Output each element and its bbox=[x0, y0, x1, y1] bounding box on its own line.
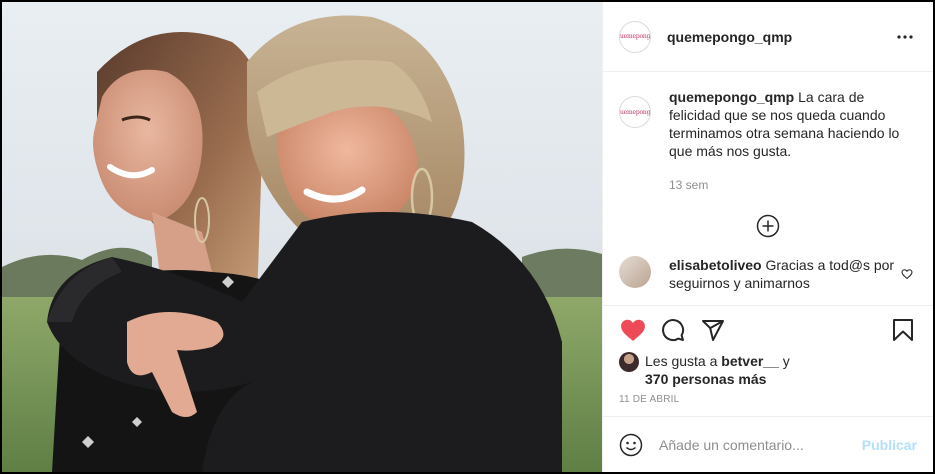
comments-list[interactable]: quemepongo quemepongo_qmp La cara de fel… bbox=[603, 72, 933, 305]
post-actions: Les gusta a betver__ y 370 personas más … bbox=[603, 305, 933, 416]
comment-icon bbox=[662, 319, 685, 342]
more-options-icon[interactable] bbox=[893, 25, 917, 49]
caption-avatar[interactable]: quemepongo bbox=[619, 96, 651, 128]
publish-button[interactable]: Publicar bbox=[862, 437, 917, 453]
load-more-comments[interactable] bbox=[619, 214, 917, 238]
comment-avatar[interactable] bbox=[619, 256, 651, 288]
likes-conj: y bbox=[782, 353, 790, 369]
likes-prefix: Les gusta a bbox=[645, 353, 718, 369]
post-photo[interactable] bbox=[2, 2, 602, 472]
account-logo: quemepongo bbox=[620, 33, 651, 40]
post-sidebar: quemepongo quemepongo_qmp quemepongo que… bbox=[602, 2, 933, 472]
comment-input[interactable] bbox=[659, 436, 862, 453]
paper-plane-icon bbox=[702, 320, 724, 341]
caption-avatar-logo: quemepongo bbox=[620, 108, 651, 116]
caption-body: quemepongo_qmp La cara de felicidad que … bbox=[669, 88, 917, 194]
heart-filled-icon bbox=[621, 319, 645, 341]
account-avatar[interactable]: quemepongo bbox=[619, 20, 651, 53]
likes-summary: Les gusta a betver__ y 370 personas más bbox=[619, 352, 917, 388]
save-button[interactable] bbox=[889, 316, 917, 344]
comment-like-icon[interactable] bbox=[901, 268, 913, 280]
post-date[interactable]: 11 DE ABRIL bbox=[619, 394, 917, 405]
likes-user[interactable]: betver__ bbox=[721, 353, 779, 369]
post-caption: quemepongo quemepongo_qmp La cara de fel… bbox=[619, 88, 917, 194]
post-image bbox=[2, 2, 602, 472]
share-button[interactable] bbox=[699, 316, 727, 344]
caption-time[interactable]: 13 sem bbox=[669, 176, 917, 194]
like-button[interactable] bbox=[619, 316, 647, 344]
account-username[interactable]: quemepongo_qmp bbox=[667, 29, 893, 45]
add-comment-bar: Publicar bbox=[603, 416, 933, 472]
likes-others[interactable]: 370 personas más bbox=[645, 371, 766, 387]
emoji-icon[interactable] bbox=[619, 433, 643, 457]
comment-username[interactable]: elisabetoliveo bbox=[669, 257, 762, 273]
plus-circle-icon[interactable] bbox=[756, 214, 780, 238]
likes-text: Les gusta a betver__ y 370 personas más bbox=[645, 352, 790, 388]
post-window: quemepongo quemepongo_qmp quemepongo que… bbox=[0, 0, 935, 474]
caption-username[interactable]: quemepongo_qmp bbox=[669, 89, 794, 105]
bookmark-icon bbox=[893, 319, 913, 341]
post-header: quemepongo quemepongo_qmp bbox=[603, 2, 933, 72]
action-bar bbox=[619, 312, 917, 348]
comment-item: elisabetoliveo Gracias a tod@s por segui… bbox=[619, 256, 917, 292]
liker-avatar[interactable] bbox=[619, 352, 639, 372]
comment-button[interactable] bbox=[659, 316, 687, 344]
comment-body: elisabetoliveo Gracias a tod@s por segui… bbox=[669, 256, 895, 292]
